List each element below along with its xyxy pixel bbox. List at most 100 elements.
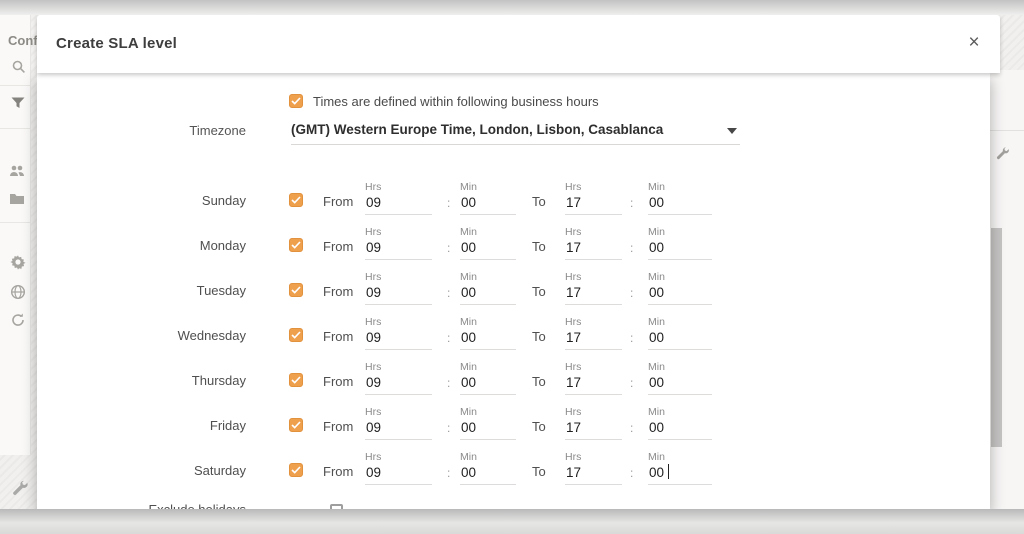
day-label: Monday [120,238,246,253]
time-colon: : [447,466,450,480]
to-min-field: Min [648,451,712,485]
min-column-label: Min [460,361,516,373]
min-column-label: Min [648,361,712,373]
hrs-column-label: Hrs [565,406,622,418]
from-min-input[interactable] [460,330,516,350]
from-hrs-input[interactable] [365,240,432,260]
from-min-field: Min [460,406,516,440]
to-label: To [532,374,546,389]
time-colon: : [630,466,633,480]
to-hrs-field: Hrs [565,316,622,350]
to-hrs-field: Hrs [565,361,622,395]
hrs-column-label: Hrs [565,226,622,238]
from-hrs-input[interactable] [365,465,432,485]
sync-icon[interactable] [10,312,26,328]
hrs-column-label: Hrs [565,451,622,463]
to-hrs-input[interactable] [565,285,622,305]
to-hrs-input[interactable] [565,420,622,440]
time-colon: : [630,241,633,255]
to-min-input[interactable] [648,420,712,440]
time-colon: : [630,421,633,435]
search-icon[interactable] [11,59,27,75]
background-sidebar: Confi [0,15,31,455]
time-colon: : [447,286,450,300]
hrs-column-label: Hrs [365,316,432,328]
wrench-icon[interactable] [12,479,29,496]
from-min-input[interactable] [460,195,516,215]
to-min-input[interactable] [648,240,712,260]
exclude-holidays-label: Exclude holidays [120,502,246,509]
day-enabled-checkbox[interactable] [289,283,303,297]
day-label: Wednesday [120,328,246,343]
business-hours-checkbox[interactable] [289,94,303,108]
day-enabled-checkbox[interactable] [289,418,303,432]
to-min-input[interactable] [648,375,712,395]
min-column-label: Min [460,451,516,463]
to-min-input[interactable] [648,285,712,305]
globe-icon[interactable] [10,284,26,300]
to-min-input[interactable] [648,465,712,485]
business-hours-label: Times are defined within following busin… [313,94,599,109]
day-enabled-checkbox[interactable] [289,373,303,387]
time-colon: : [447,331,450,345]
to-hrs-input[interactable] [565,240,622,260]
to-min-field: Min [648,226,712,260]
to-label: To [532,464,546,479]
hrs-column-label: Hrs [565,361,622,373]
to-label: To [532,419,546,434]
time-colon: : [630,196,633,210]
from-min-input[interactable] [460,375,516,395]
to-hrs-field: Hrs [565,226,622,260]
to-hrs-input[interactable] [565,330,622,350]
from-hrs-input[interactable] [365,285,432,305]
filter-icon[interactable] [10,95,26,111]
from-label: From [323,284,353,299]
time-colon: : [630,376,633,390]
to-hrs-input[interactable] [565,465,622,485]
day-enabled-checkbox[interactable] [289,238,303,252]
to-min-input[interactable] [648,330,712,350]
dialog-body: Times are defined within following busin… [37,73,990,509]
from-min-input[interactable] [460,420,516,440]
from-label: From [323,194,353,209]
day-enabled-checkbox[interactable] [289,328,303,342]
day-enabled-checkbox[interactable] [289,193,303,207]
day-enabled-checkbox[interactable] [289,463,303,477]
day-row: Tuesday From Hrs : Min To Hrs : Min [37,271,990,311]
gear-icon[interactable] [10,254,26,270]
exclude-holidays-row: Exclude holidays [37,502,990,509]
from-hrs-input[interactable] [365,195,432,215]
min-column-label: Min [460,316,516,328]
hrs-column-label: Hrs [365,451,432,463]
time-colon: : [447,376,450,390]
from-min-field: Min [460,451,516,485]
day-row: Friday From Hrs : Min To Hrs : Min [37,406,990,446]
create-sla-level-dialog: Times are defined within following busin… [37,15,1000,509]
from-label: From [323,329,353,344]
users-icon[interactable] [9,163,25,179]
to-hrs-input[interactable] [565,195,622,215]
day-row: Thursday From Hrs : Min To Hrs : Min [37,361,990,401]
time-colon: : [447,241,450,255]
to-hrs-field: Hrs [565,181,622,215]
divider [0,222,31,223]
from-min-input[interactable] [460,240,516,260]
min-column-label: Min [648,226,712,238]
from-min-input[interactable] [460,465,516,485]
min-column-label: Min [648,181,712,193]
to-min-input[interactable] [648,195,712,215]
close-icon[interactable]: × [962,31,986,55]
timezone-select[interactable]: (GMT) Western Europe Time, London, Lisbo… [291,117,740,145]
from-min-field: Min [460,271,516,305]
from-min-input[interactable] [460,285,516,305]
screen: Confi [0,0,1024,534]
to-hrs-input[interactable] [565,375,622,395]
from-min-field: Min [460,316,516,350]
from-hrs-input[interactable] [365,330,432,350]
time-colon: : [630,286,633,300]
to-min-field: Min [648,406,712,440]
folder-icon[interactable] [9,191,25,207]
hrs-column-label: Hrs [565,271,622,283]
from-hrs-input[interactable] [365,375,432,395]
from-hrs-input[interactable] [365,420,432,440]
